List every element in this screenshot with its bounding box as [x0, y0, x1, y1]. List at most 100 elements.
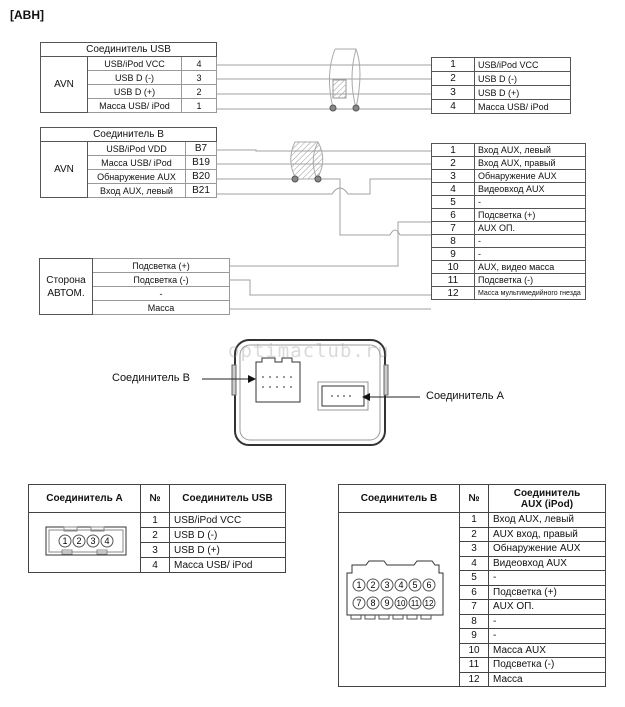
b-signal: Вход AUX, левый — [87, 183, 186, 198]
pin-no: 9 — [459, 628, 489, 644]
usb-out-pin: 1 — [431, 57, 475, 72]
b-connector-table: Соединитель B AVN USB/iPod VDD B7 Масса … — [40, 127, 217, 198]
pin-name: USB/iPod VCC — [169, 512, 286, 528]
pin-no: 12 — [459, 671, 489, 687]
b-connector-header: Соединитель B — [40, 127, 217, 142]
connector-b-drawing-cell: 1 2 3 4 5 6 7 8 9 10 11 12 — [338, 512, 460, 687]
svg-text:12: 12 — [425, 599, 434, 608]
pin-name: - — [488, 628, 606, 644]
usb-signal: USB D (+) — [87, 84, 182, 99]
pin-name: Обнаружение AUX — [488, 541, 606, 557]
usb-connector-table: Соединитель USB AVN USB/iPod VCC 4 USB D… — [40, 42, 217, 113]
usb-connector-header: Соединитель USB — [40, 42, 217, 57]
svg-text:7: 7 — [356, 598, 361, 608]
connector-b-pinout-table: Соединитель B № Соединитель AUX (iPod) 1… — [338, 484, 606, 687]
wire-b20 — [217, 178, 431, 236]
svg-text:8: 8 — [370, 598, 375, 608]
watermark: optimaclub.ru — [228, 340, 390, 362]
pin-name: Подсветка (+) — [488, 584, 606, 600]
svg-text:11: 11 — [411, 599, 420, 608]
b-pin: B7 — [185, 141, 217, 156]
usb-out-signal: Масса USB/ iPod — [474, 99, 571, 114]
auto-side-label-1: Сторона — [46, 274, 86, 286]
avn-label: AVN — [40, 141, 88, 198]
usb-pin: 4 — [181, 56, 217, 71]
col-header-aux-line1: Соединитель — [513, 487, 581, 499]
usb-output-table: 1 USB/iPod VCC 2 USB D (-) 3 USB D (+) 4 Мас… — [431, 57, 571, 114]
usb-pin: 1 — [181, 98, 217, 113]
svg-text:2: 2 — [370, 580, 375, 590]
aux-out-pin: 12 — [431, 286, 475, 300]
auto-signal: Подсветка (-) — [92, 272, 230, 287]
pin-no: 4 — [459, 555, 489, 571]
aux-out-pin: 3 — [431, 169, 475, 183]
connector-a-drawing-cell: 1234 — [28, 512, 141, 573]
pin-glyph: 3 — [380, 578, 394, 592]
pin-glyph: 7 — [352, 596, 366, 610]
aux-out-pin: 1 — [431, 143, 475, 157]
pin-name: AUX ОП. — [488, 599, 606, 615]
usb-out-signal: USB/iPod VCC — [474, 57, 571, 72]
wire-light-plus — [230, 221, 431, 267]
svg-text:4: 4 — [104, 536, 109, 546]
pin-glyph: 9 — [380, 596, 394, 610]
col-header-connector-a: Соединитель A — [28, 484, 141, 513]
auto-signal: Подсветка (+) — [92, 258, 230, 273]
connector-b-callout: Соединитель B — [112, 372, 190, 384]
connector-a-callout: Соединитель A — [426, 390, 504, 402]
pin-glyph: 10 — [394, 596, 408, 610]
aux-out-signal: Видеовход AUX — [474, 182, 586, 196]
pin-no: 10 — [459, 642, 489, 658]
pin-glyph: 2 — [72, 534, 86, 548]
pin-name: Видеовход AUX — [488, 555, 606, 571]
aux-out-pin: 7 — [431, 221, 475, 235]
usb-signal: Масса USB/ iPod — [87, 98, 182, 113]
pin-name: USB D (-) — [169, 527, 286, 543]
pin-name: Подсветка (-) — [488, 657, 606, 673]
wire-light-minus — [230, 279, 431, 296]
aux-out-pin: 5 — [431, 195, 475, 209]
aux-out-signal: Вход AUX, правый — [474, 156, 586, 170]
aux-out-signal: AUX ОП. — [474, 221, 586, 235]
pin-no: 1 — [459, 512, 489, 528]
col-header-usb: Соединитель USB — [169, 484, 286, 513]
svg-text:6: 6 — [426, 580, 431, 590]
aux-out-pin: 10 — [431, 260, 475, 274]
pin-no: 7 — [459, 599, 489, 615]
col-header-no: № — [140, 484, 170, 513]
wire-b7 — [217, 149, 431, 152]
pin-name: Масса — [488, 671, 606, 687]
aux-out-signal: - — [474, 195, 586, 209]
connector-a-pin-icon: 1234 — [45, 526, 127, 556]
svg-text:10: 10 — [397, 599, 406, 608]
pin-no: 6 — [459, 584, 489, 600]
aux-out-signal: Подсветка (+) — [474, 208, 586, 222]
aux-out-signal: - — [474, 247, 586, 261]
auto-side-label: Сторона АВТОМ. — [39, 258, 93, 315]
b-pin: B20 — [185, 169, 217, 184]
b-signal: Обнаружение AUX — [87, 169, 186, 184]
pin-glyph: 11 — [408, 596, 422, 610]
usb-pin: 3 — [181, 70, 217, 85]
b-shield-icon — [290, 141, 324, 183]
svg-text:3: 3 — [384, 580, 389, 590]
auto-side-table: Сторона АВТОМ. Подсветка (+) Подсветка (… — [39, 258, 230, 315]
aux-out-pin: 8 — [431, 234, 475, 248]
col-header-aux-line2: AUX (iPod) — [520, 498, 574, 510]
usb-out-signal: USB D (+) — [474, 85, 571, 100]
pin-no: 4 — [140, 557, 170, 573]
usb-out-pin: 4 — [431, 99, 475, 114]
pin-glyph: 4 — [394, 578, 408, 592]
pin-glyph: 12 — [422, 596, 436, 610]
usb-signal: USB/iPod VCC — [87, 56, 182, 71]
b-signal: USB/iPod VDD — [87, 141, 186, 156]
connector-a-pinout-table: Соединитель A № Соединитель USB 1234 1 U… — [28, 484, 286, 573]
b-pin: B19 — [185, 155, 217, 170]
pin-name: Масса AUX — [488, 642, 606, 658]
pin-glyph: 1 — [58, 534, 72, 548]
col-header-connector-b: Соединитель B — [338, 484, 460, 513]
pin-no: 5 — [459, 570, 489, 586]
svg-text:1: 1 — [356, 580, 361, 590]
aux-out-pin: 9 — [431, 247, 475, 261]
wire-b21 — [217, 178, 431, 195]
